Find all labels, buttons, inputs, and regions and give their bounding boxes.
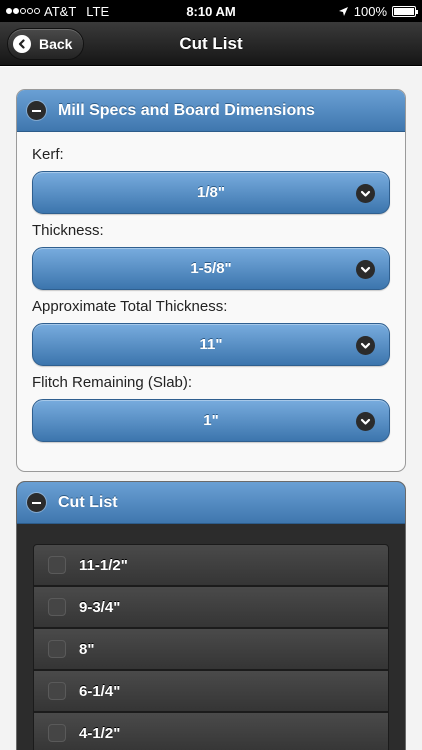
mill-specs-panel: Mill Specs and Board Dimensions Kerf: 1/… <box>16 89 406 472</box>
flitch-remaining-select[interactable]: 1" <box>32 399 390 442</box>
network-label: LTE <box>86 3 110 19</box>
content-area: Mill Specs and Board Dimensions Kerf: 1/… <box>0 67 422 750</box>
mill-specs-title: Mill Specs and Board Dimensions <box>58 101 315 119</box>
kerf-label: Kerf: <box>32 146 64 163</box>
cut-list-item-label: 9-3/4" <box>79 598 121 616</box>
status-left: AT&T LTE <box>6 4 109 19</box>
thickness-label: Thickness: <box>32 222 104 239</box>
cut-list-item[interactable]: 11-1/2" <box>33 544 389 586</box>
chevron-down-icon <box>356 260 375 279</box>
checkbox-icon[interactable] <box>48 556 66 574</box>
chevron-down-icon <box>356 184 375 203</box>
status-right: 100% <box>338 3 418 19</box>
cut-list-header[interactable]: Cut List <box>17 482 405 524</box>
battery-icon <box>392 5 418 17</box>
location-arrow-icon <box>338 6 348 16</box>
checkbox-icon[interactable] <box>48 598 66 616</box>
checkbox-icon[interactable] <box>48 682 66 700</box>
status-bar: AT&T LTE 8:10 AM 100% <box>0 0 422 22</box>
chevron-left-icon <box>13 35 31 53</box>
cut-list-body: 11-1/2" 9-3/4" 8" 6-1/4" 4-1/2" <box>17 524 405 750</box>
cut-list-panel: Cut List 11-1/2" 9-3/4" 8" 6-1/4" 4-1/2" <box>16 481 406 750</box>
chevron-down-icon <box>356 336 375 355</box>
mill-specs-header[interactable]: Mill Specs and Board Dimensions <box>17 90 405 132</box>
cut-list-item[interactable]: 9-3/4" <box>33 586 389 628</box>
flitch-remaining-label: Flitch Remaining (Slab): <box>32 374 193 391</box>
back-label: Back <box>39 36 73 52</box>
cut-list-item-label: 11-1/2" <box>79 556 128 574</box>
collapse-minus-icon <box>27 101 46 120</box>
cut-list-item-label: 6-1/4" <box>79 682 121 700</box>
cut-list-item[interactable]: 6-1/4" <box>33 670 389 712</box>
specs-body: Kerf: 1/8" Thickness: 1-5/8" Approximate… <box>17 132 405 442</box>
thickness-select[interactable]: 1-5/8" <box>32 247 390 290</box>
cut-list-title: Cut List <box>58 493 118 511</box>
kerf-select[interactable]: 1/8" <box>32 171 390 214</box>
back-button[interactable]: Back <box>7 28 85 60</box>
collapse-minus-icon <box>27 493 46 512</box>
page-title: Cut List <box>179 33 243 53</box>
signal-icon <box>6 8 40 14</box>
chevron-down-icon <box>356 412 375 431</box>
total-thickness-label: Approximate Total Thickness: <box>32 298 228 315</box>
thickness-value: 1-5/8" <box>190 260 232 277</box>
checkbox-icon[interactable] <box>48 724 66 742</box>
cut-list-item-label: 4-1/2" <box>79 724 121 742</box>
cut-list-item-label: 8" <box>79 640 95 658</box>
total-thickness-select[interactable]: 11" <box>32 323 390 366</box>
carrier-label: AT&T <box>44 3 77 19</box>
flitch-remaining-value: 1" <box>203 412 219 429</box>
kerf-value: 1/8" <box>197 184 225 201</box>
checkbox-icon[interactable] <box>48 640 66 658</box>
battery-label: 100% <box>353 3 387 19</box>
total-thickness-value: 11" <box>199 336 223 353</box>
cut-list-item[interactable]: 8" <box>33 628 389 670</box>
nav-bar: Back Cut List <box>0 22 422 66</box>
cut-list-item[interactable]: 4-1/2" <box>33 712 389 750</box>
